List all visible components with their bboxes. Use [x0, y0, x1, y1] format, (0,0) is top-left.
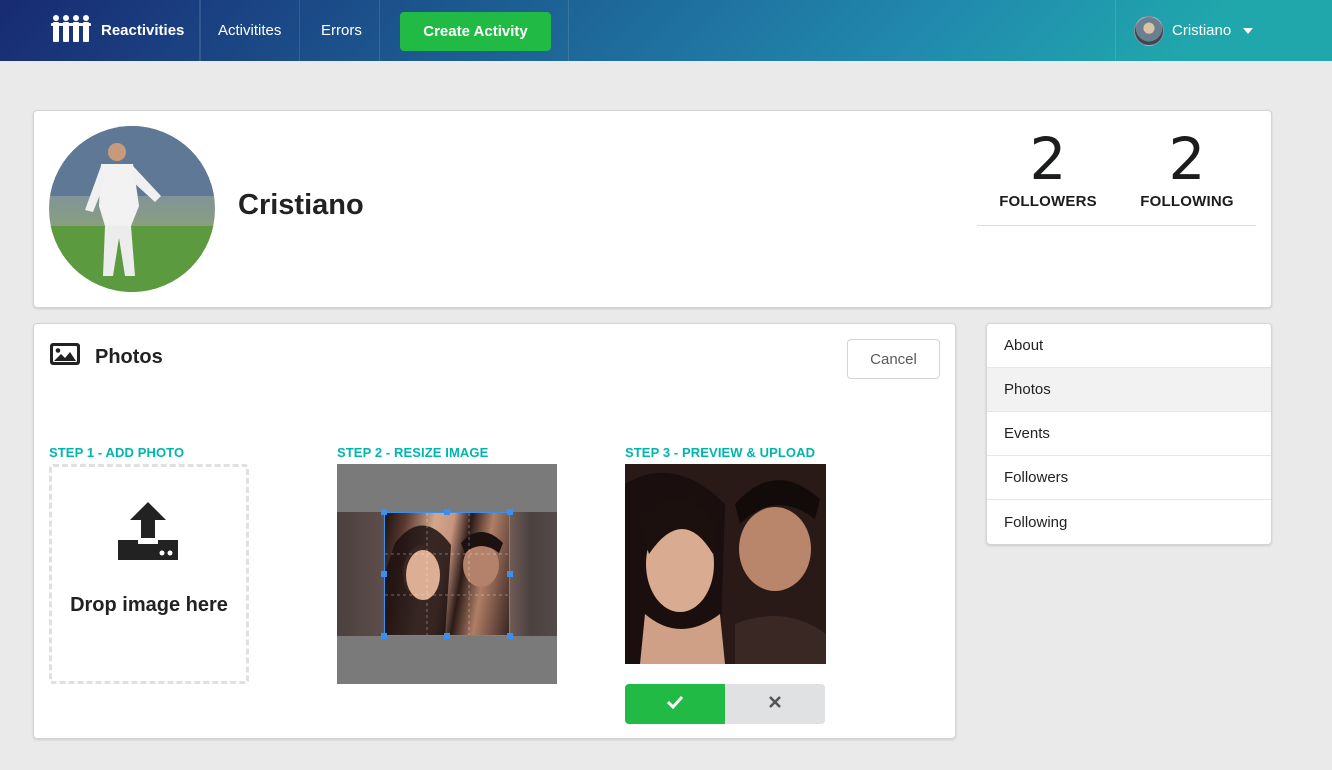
- crop-preview: [625, 464, 826, 664]
- photo-dropzone[interactable]: Drop image here: [49, 464, 249, 684]
- nav-activities-label: Activitites: [218, 22, 282, 39]
- crop-handle-e[interactable]: [507, 571, 513, 577]
- user-dropdown[interactable]: Cristiano: [1115, 0, 1271, 61]
- user-name: Cristiano: [1172, 22, 1232, 39]
- following-label: FOLLOWING: [1140, 193, 1234, 210]
- profile-avatar: [49, 126, 215, 292]
- menu-item-following[interactable]: Following: [987, 500, 1271, 544]
- brand-link[interactable]: Reactivities: [35, 0, 202, 61]
- nav-errors-label: Errors: [321, 22, 362, 39]
- step1-label: STEP 1 - ADD PHOTO: [49, 445, 185, 460]
- cancel-button[interactable]: Cancel: [847, 339, 940, 379]
- photos-header: Photos: [49, 342, 163, 372]
- confirm-upload-button[interactable]: [625, 684, 725, 724]
- navbar: Reactivities Activitites Errors Create A…: [0, 0, 1332, 61]
- crop-handle-s[interactable]: [444, 633, 450, 639]
- profile-name: Cristiano: [238, 189, 364, 221]
- crop-selection[interactable]: [384, 512, 510, 636]
- caret-down-icon: [1243, 27, 1254, 34]
- step3-label: STEP 3 - PREVIEW & UPLOAD: [625, 445, 816, 460]
- image-icon: [49, 342, 95, 372]
- followers-count: 2: [1029, 125, 1067, 193]
- crop-handle-n[interactable]: [444, 509, 450, 515]
- followers-stat: 2 FOLLOWERS: [978, 129, 1118, 210]
- following-stat: 2 FOLLOWING: [1117, 129, 1257, 210]
- nav-create-wrapper: Create Activity: [382, 0, 569, 61]
- crop-handle-w[interactable]: [381, 571, 387, 577]
- upload-button-group: [625, 684, 825, 724]
- create-activity-label: Create Activity: [423, 23, 528, 40]
- brand-label: Reactivities: [101, 22, 185, 39]
- create-activity-button[interactable]: Create Activity: [400, 12, 551, 51]
- profile-side-menu: About Photos Events Followers Following: [986, 323, 1272, 545]
- check-icon: [666, 695, 684, 714]
- crop-handle-se[interactable]: [507, 633, 513, 639]
- users-logo-icon: [51, 14, 91, 48]
- crop-handle-sw[interactable]: [381, 633, 387, 639]
- crop-handle-ne[interactable]: [507, 509, 513, 515]
- followers-label: FOLLOWERS: [999, 193, 1097, 210]
- close-icon: [769, 695, 781, 713]
- dropzone-text: Drop image here: [70, 594, 228, 616]
- stats-divider: [977, 225, 1256, 226]
- photos-title: Photos: [95, 345, 163, 368]
- menu-item-followers[interactable]: Followers: [987, 456, 1271, 500]
- crop-handle-nw[interactable]: [381, 509, 387, 515]
- menu-item-about[interactable]: About: [987, 324, 1271, 368]
- menu-item-photos[interactable]: Photos: [987, 368, 1271, 412]
- upload-icon: [116, 500, 180, 569]
- profile-header: Cristiano 2 FOLLOWERS 2 FOLLOWING: [33, 110, 1272, 308]
- menu-item-events[interactable]: Events: [987, 412, 1271, 456]
- image-cropper[interactable]: [337, 464, 557, 684]
- nav-errors[interactable]: Errors: [304, 0, 380, 61]
- cancel-upload-button[interactable]: [725, 684, 825, 724]
- step2-label: STEP 2 - RESIZE IMAGE: [337, 445, 489, 460]
- user-avatar: [1134, 15, 1164, 46]
- following-count: 2: [1168, 125, 1206, 193]
- photos-panel: Photos Cancel STEP 1 - ADD PHOTO STEP 2 …: [33, 323, 956, 739]
- nav-activities[interactable]: Activitites: [199, 0, 301, 61]
